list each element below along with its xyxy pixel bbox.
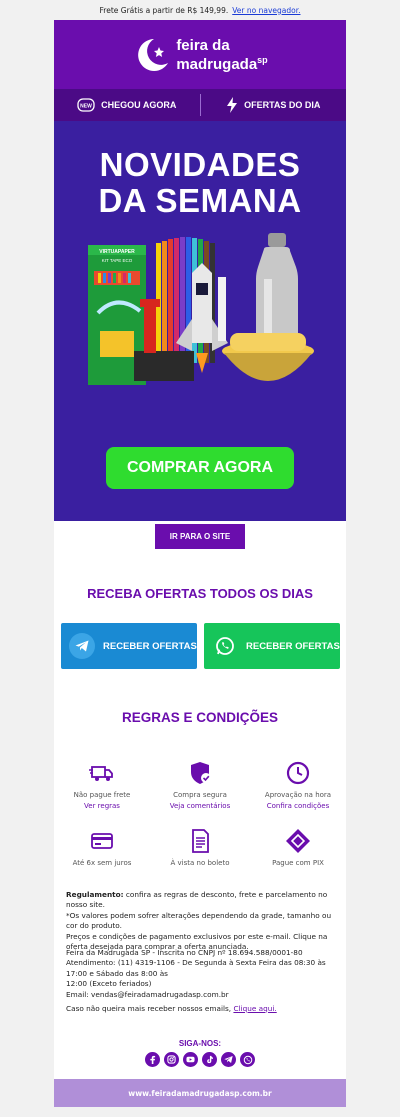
feature-instant-approval-link[interactable]: Confira condições xyxy=(253,802,343,810)
social-icons xyxy=(54,1052,346,1067)
feature-pix: Pague com PIX xyxy=(253,828,343,867)
whatsapp-offers-label: RECEBER OFERTAS xyxy=(246,640,340,652)
brand-line1: feira da xyxy=(176,36,230,54)
hero-title-line2: DA SEMANA xyxy=(98,182,302,219)
feature-boleto-text: À vista no boleto xyxy=(170,859,230,867)
feature-secure-purchase-text: Compra segura xyxy=(173,791,227,799)
feature-free-shipping: Não pague frete Ver regras xyxy=(57,760,147,810)
telegram-social-icon[interactable] xyxy=(221,1052,236,1067)
email-body: feira da madrugadasp NEW CHEGOU AGORA OF… xyxy=(54,20,346,1107)
nav-chegou-label: CHEGOU AGORA xyxy=(101,100,177,110)
youtube-icon[interactable] xyxy=(183,1052,198,1067)
unsubscribe-link[interactable]: Clique aqui. xyxy=(233,1004,276,1013)
feature-free-shipping-link[interactable]: Ver regras xyxy=(57,802,147,810)
whatsapp-icon xyxy=(212,633,238,659)
invoice-icon xyxy=(192,829,209,853)
moon-star-icon xyxy=(138,38,169,71)
box-label-text: KIT TAPE ECO xyxy=(102,258,133,263)
regras-title: REGRAS E CONDIÇÕES xyxy=(121,710,279,725)
tiktok-icon[interactable] xyxy=(202,1052,217,1067)
feature-installments: Até 6x sem juros xyxy=(57,828,147,867)
buy-now-button[interactable]: COMPRAR AGORA xyxy=(106,447,294,489)
colander-pasta xyxy=(222,333,314,381)
lightning-icon xyxy=(227,97,238,113)
feature-instant-approval: Aprovação na hora Confira condições xyxy=(253,760,343,810)
contact-email: Email: vendas@feiradamadrugadasp.com.br xyxy=(66,989,229,999)
hero-title-line1: NOVIDADES xyxy=(99,146,301,183)
products-illustration[interactable]: VIRTUAPAPER KIT TAPE ECO xyxy=(84,233,329,393)
atendimento-hours-cont: 12:00 (Exceto feriados) xyxy=(66,979,152,989)
footer-website[interactable]: www.feiradamadrugadasp.com.br xyxy=(54,1079,346,1107)
brand-logo[interactable]: feira da madrugadasp xyxy=(132,35,268,75)
box-brand-text: VIRTUAPAPER xyxy=(99,249,135,255)
atendimento-hours: Atendimento: (11) 4319-1106 - De Segunda… xyxy=(66,958,326,978)
feature-free-shipping-text: Não pague frete xyxy=(73,791,131,799)
shield-check-icon xyxy=(191,762,211,784)
telegram-offers-label: RECEBER OFERTAS xyxy=(103,640,197,652)
feature-installments-text: Até 6x sem juros xyxy=(72,859,132,867)
follow-us-title: SIGA-NOS: xyxy=(178,1039,222,1048)
company-cnpj: Feira da Madrugada SP - Inscrita no CNPJ… xyxy=(66,948,303,957)
instagram-icon[interactable] xyxy=(164,1052,179,1067)
new-badge-text: NEW xyxy=(80,103,92,109)
brand-sp: sp xyxy=(257,54,268,65)
hero-title: NOVIDADES DA SEMANA xyxy=(54,147,346,219)
view-in-browser-link[interactable]: Ver no navegador. xyxy=(232,6,300,15)
go-to-site-button[interactable]: IR PARA O SITE xyxy=(155,524,245,549)
truck-icon xyxy=(89,766,113,781)
unsubscribe-line: Caso não queira mais receber nossos emai… xyxy=(66,1004,336,1014)
regulamento-label: Regulamento: xyxy=(66,890,124,899)
unsubscribe-text: Caso não queira mais receber nossos emai… xyxy=(66,1004,234,1013)
brand-name: feira da madrugadasp xyxy=(176,38,267,72)
new-badge-icon: NEW xyxy=(77,98,95,112)
nav-ofertas-do-dia[interactable]: OFERTAS DO DIA xyxy=(201,97,347,113)
nav-chegou-agora[interactable]: NEW CHEGOU AGORA xyxy=(54,98,200,112)
hero-banner: NOVIDADES DA SEMANA VIRTUAPAPER KIT TAPE… xyxy=(54,121,346,521)
feature-pix-text: Pague com PIX xyxy=(272,859,324,867)
credit-card-icon xyxy=(91,833,113,849)
feature-secure-purchase-link[interactable]: Veja comentários xyxy=(155,802,245,810)
telegram-icon xyxy=(69,633,95,659)
clock-icon xyxy=(286,761,310,785)
pix-icon xyxy=(286,829,310,853)
nav-ofertas-label: OFERTAS DO DIA xyxy=(244,100,321,110)
ofertas-title: RECEBA OFERTAS TODOS OS DIAS xyxy=(87,586,313,601)
top-notice-bar: Frete Grátis a partir de R$ 149,99. Ver … xyxy=(0,0,400,20)
brand-line2: madrugada xyxy=(176,55,258,73)
free-shipping-text: Frete Grátis a partir de R$ 149,99. xyxy=(99,5,229,15)
facebook-icon[interactable] xyxy=(145,1052,160,1067)
telegram-offers-button[interactable]: RECEBER OFERTAS xyxy=(61,623,197,669)
feature-instant-approval-text: Aprovação na hora xyxy=(264,791,332,799)
whatsapp-social-icon[interactable] xyxy=(240,1052,255,1067)
email-header: feira da madrugadasp xyxy=(54,20,346,89)
whatsapp-offers-button[interactable]: RECEBER OFERTAS xyxy=(204,623,340,669)
nav-bar: NEW CHEGOU AGORA OFERTAS DO DIA xyxy=(54,89,346,121)
company-info-block: Feira da Madrugada SP - Inscrita no CNPJ… xyxy=(66,948,336,1000)
values-notice: *Os valores podem sofrer alterações depe… xyxy=(66,910,332,931)
feature-secure-purchase: Compra segura Veja comentários xyxy=(155,760,245,810)
feature-boleto: À vista no boleto xyxy=(155,828,245,867)
regulamento-block: Regulamento: confira as regras de descon… xyxy=(66,890,336,952)
